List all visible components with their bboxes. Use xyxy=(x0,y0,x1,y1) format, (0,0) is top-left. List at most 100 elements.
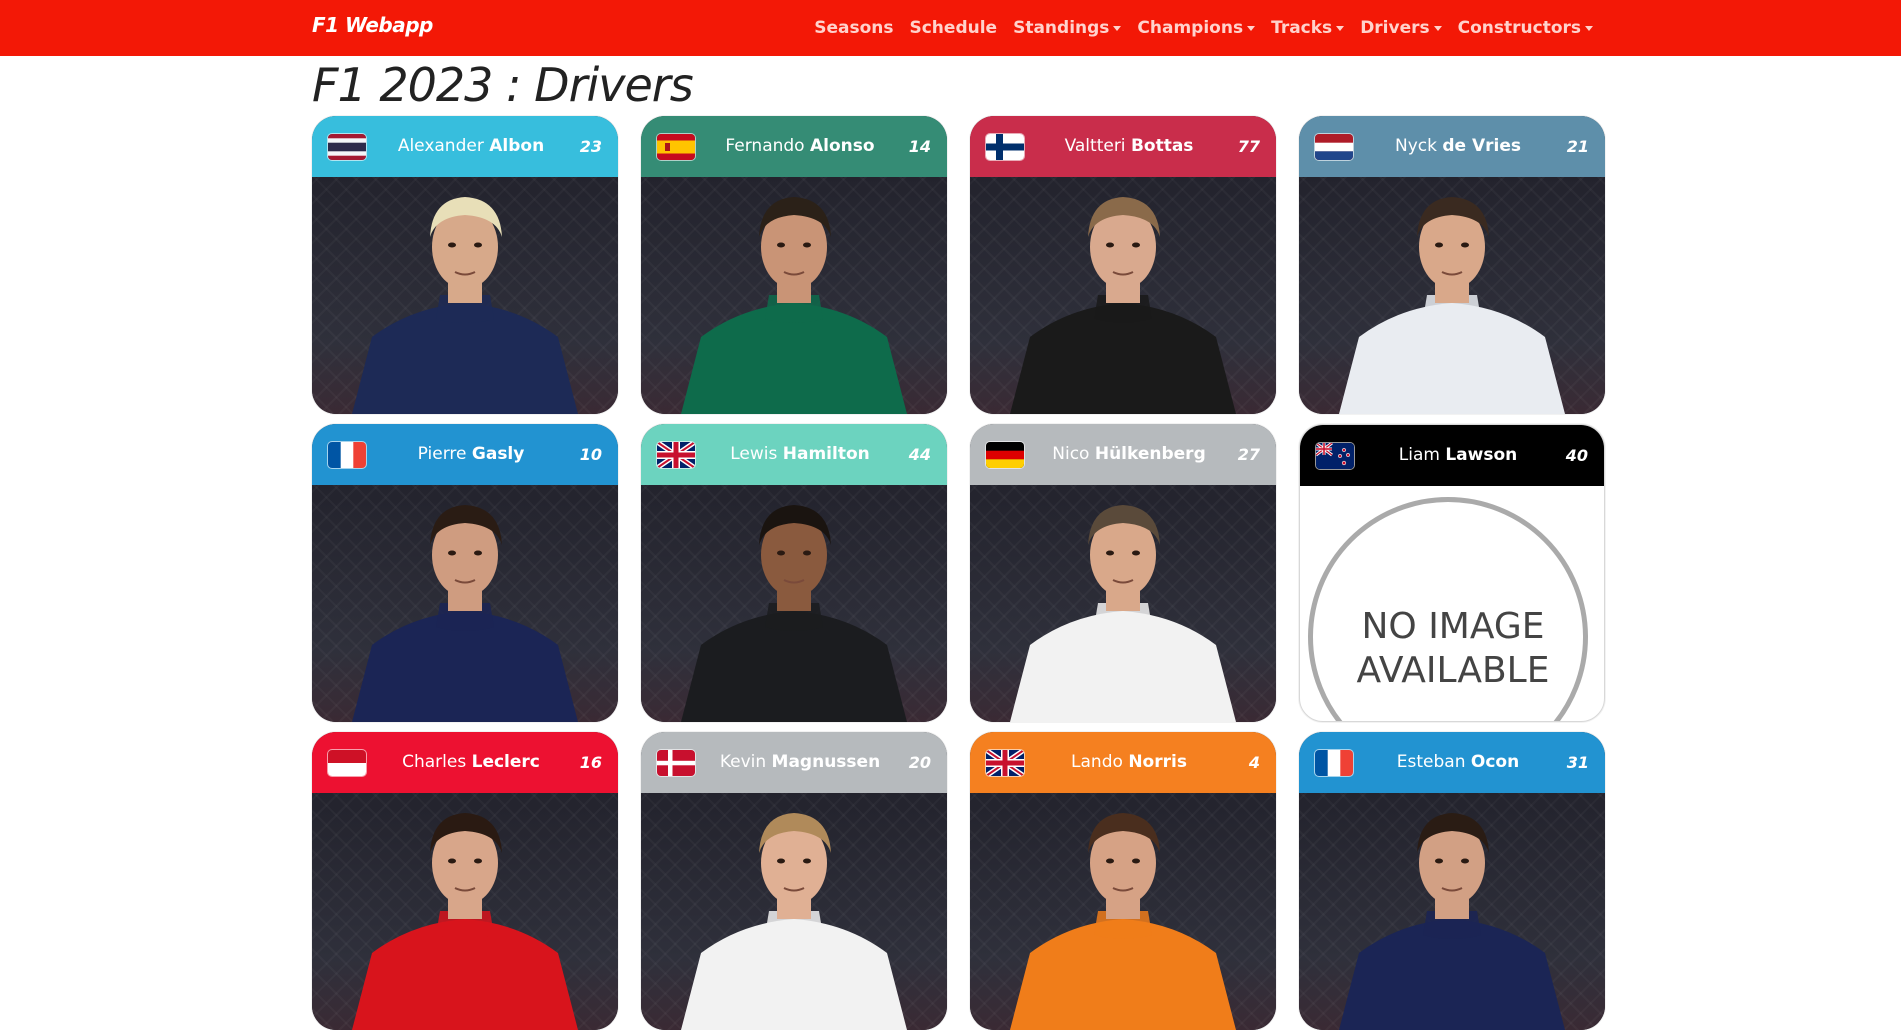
driver-last-name: Hülkenberg xyxy=(1094,444,1206,464)
driver-last-name: Ocon xyxy=(1470,752,1520,772)
driver-last-name: de Vries xyxy=(1442,136,1521,156)
newzealand-flag-icon xyxy=(1316,443,1354,469)
driver-number: 21 xyxy=(1566,137,1589,156)
page-title: F1 2023 : Drivers xyxy=(312,58,694,112)
driver-card-header: Liam Lawson 40 xyxy=(1300,425,1604,486)
nav-item-schedule[interactable]: Schedule xyxy=(901,18,1005,38)
driver-card-hamilton[interactable]: Lewis Hamilton 44 xyxy=(641,424,947,722)
driver-number: 77 xyxy=(1237,137,1260,156)
driver-first-name: Charles xyxy=(402,752,467,772)
driver-card-header: Nyck de Vries 21 xyxy=(1299,116,1605,177)
main-nav: Seasons Schedule Standings Champions Tracks D… xyxy=(806,0,1601,56)
driver-card-header: Valtteri Bottas 77 xyxy=(970,116,1276,177)
driver-name: Pierre Gasly xyxy=(372,444,570,464)
driver-name: Lando Norris xyxy=(1030,752,1228,772)
nav-item-seasons[interactable]: Seasons xyxy=(806,18,901,38)
driver-last-name: Hamilton xyxy=(782,444,870,464)
driver-card-albon[interactable]: Alexander Albon 23 xyxy=(312,116,618,414)
caret-down-icon xyxy=(1113,25,1122,31)
uk-flag-icon xyxy=(986,750,1024,776)
driver-first-name: Liam xyxy=(1398,445,1440,465)
driver-card-de-vries[interactable]: Nyck de Vries 21 xyxy=(1299,116,1605,414)
nav-item-champions[interactable]: Champions xyxy=(1129,18,1263,38)
driver-card-alonso[interactable]: Fernando Alonso 14 xyxy=(641,116,947,414)
driver-last-name: Lawson xyxy=(1445,445,1518,465)
driver-photo xyxy=(641,177,947,414)
driver-last-name: Norris xyxy=(1128,752,1187,772)
driver-name: Alexander Albon xyxy=(372,136,570,156)
driver-card-h-lkenberg[interactable]: Nico Hülkenberg 27 xyxy=(970,424,1276,722)
driver-card-leclerc[interactable]: Charles Leclerc 16 xyxy=(312,732,618,1030)
driver-card-header: Lando Norris 4 xyxy=(970,732,1276,793)
driver-photo xyxy=(312,793,618,1030)
driver-first-name: Lewis xyxy=(730,444,778,464)
no-image-line: NO IMAGE xyxy=(1361,606,1545,647)
driver-first-name: Alexander xyxy=(397,136,484,156)
driver-card-header: Charles Leclerc 16 xyxy=(312,732,618,793)
driver-number: 40 xyxy=(1565,446,1588,465)
driver-last-name: Gasly xyxy=(471,444,525,464)
nav-item-label: Drivers xyxy=(1360,18,1430,38)
nav-item-label: Seasons xyxy=(814,18,894,38)
driver-card-norris[interactable]: Lando Norris 4 xyxy=(970,732,1276,1030)
driver-card-lawson[interactable]: Liam Lawson 40 NO IMAGE AVAILABLE xyxy=(1299,424,1605,722)
nav-item-constructors[interactable]: Constructors xyxy=(1450,18,1601,38)
driver-number: 4 xyxy=(1248,753,1260,772)
driver-photo xyxy=(970,485,1276,722)
nav-item-label: Constructors xyxy=(1457,18,1581,38)
driver-number: 14 xyxy=(908,137,931,156)
driver-name: Valtteri Bottas xyxy=(1030,136,1228,156)
nav-item-label: Schedule xyxy=(909,18,998,38)
caret-down-icon xyxy=(1336,25,1345,31)
nav-item-label: Tracks xyxy=(1271,18,1333,38)
france-flag-icon xyxy=(328,442,366,468)
driver-number: 27 xyxy=(1237,445,1260,464)
driver-photo xyxy=(312,485,618,722)
caret-down-icon xyxy=(1433,25,1442,31)
driver-first-name: Lando xyxy=(1071,752,1123,772)
nav-item-drivers[interactable]: Drivers xyxy=(1352,18,1449,38)
driver-card-header: Esteban Ocon 31 xyxy=(1299,732,1605,793)
denmark-flag-icon xyxy=(657,750,695,776)
driver-number: 31 xyxy=(1566,753,1589,772)
driver-first-name: Nyck xyxy=(1394,136,1437,156)
driver-number: 10 xyxy=(579,445,602,464)
driver-card-bottas[interactable]: Valtteri Bottas 77 xyxy=(970,116,1276,414)
driver-card-gasly[interactable]: Pierre Gasly 10 xyxy=(312,424,618,722)
driver-card-header: Fernando Alonso 14 xyxy=(641,116,947,177)
nav-item-label: Standings xyxy=(1013,18,1110,38)
driver-name: Liam Lawson xyxy=(1360,445,1556,465)
driver-name: Nyck de Vries xyxy=(1359,136,1557,156)
driver-photo xyxy=(312,177,618,414)
driver-first-name: Kevin xyxy=(719,752,767,772)
driver-last-name: Magnussen xyxy=(771,752,881,772)
driver-card-header: Pierre Gasly 10 xyxy=(312,424,618,485)
driver-name: Fernando Alonso xyxy=(701,136,899,156)
driver-last-name: Albon xyxy=(489,136,545,156)
driver-photo xyxy=(641,485,947,722)
caret-down-icon xyxy=(1585,25,1593,31)
driver-first-name: Nico xyxy=(1052,444,1090,464)
driver-photo xyxy=(1299,177,1605,414)
nav-item-standings[interactable]: Standings xyxy=(1005,18,1129,38)
driver-first-name: Pierre xyxy=(417,444,467,464)
driver-card-ocon[interactable]: Esteban Ocon 31 xyxy=(1299,732,1605,1030)
netherlands-flag-icon xyxy=(1315,134,1353,160)
thailand-flag-icon xyxy=(328,134,366,160)
caret-down-icon xyxy=(1247,25,1256,31)
driver-last-name: Leclerc xyxy=(471,752,540,772)
driver-card-header: Lewis Hamilton 44 xyxy=(641,424,947,485)
driver-photo xyxy=(1299,793,1605,1030)
driver-number: 16 xyxy=(579,753,602,772)
driver-name: Kevin Magnussen xyxy=(701,752,899,772)
driver-name: Nico Hülkenberg xyxy=(1030,444,1228,464)
driver-photo xyxy=(970,793,1276,1030)
driver-number: 44 xyxy=(908,445,931,464)
driver-card-magnussen[interactable]: Kevin Magnussen 20 xyxy=(641,732,947,1030)
uk-flag-icon xyxy=(657,442,695,468)
finland-flag-icon xyxy=(986,134,1024,160)
france-flag-icon xyxy=(1315,750,1353,776)
brand-logo[interactable]: F1 Webapp xyxy=(312,13,433,37)
top-navbar: F1 Webapp Seasons Schedule Standings Champi… xyxy=(0,0,1901,56)
nav-item-tracks[interactable]: Tracks xyxy=(1263,18,1352,38)
